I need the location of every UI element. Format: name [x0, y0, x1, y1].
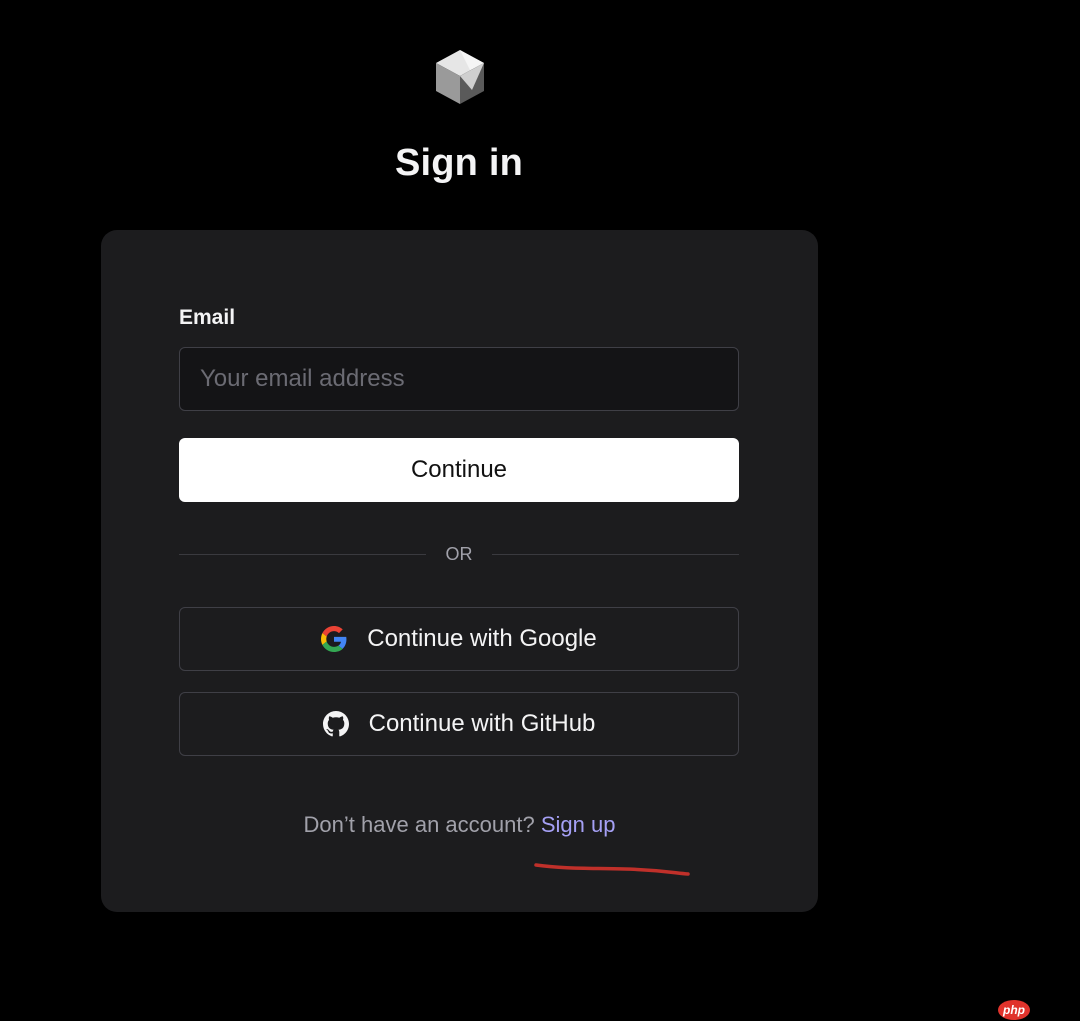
sign-in-card: Email Continue OR Continue with Google C…	[101, 230, 818, 912]
php-watermark-logo: php	[998, 1000, 1030, 1020]
sign-up-link[interactable]: Sign up	[541, 812, 616, 837]
signup-prompt: Don’t have an account? Sign up	[101, 812, 818, 838]
continue-with-google-button[interactable]: Continue with Google	[179, 607, 739, 671]
signup-prompt-text: Don’t have an account?	[303, 812, 541, 837]
google-icon	[321, 626, 347, 652]
continue-button[interactable]: Continue	[179, 438, 739, 502]
github-icon	[322, 711, 349, 737]
github-button-label: Continue with GitHub	[368, 710, 596, 737]
continue-with-github-button[interactable]: Continue with GitHub	[179, 692, 739, 756]
divider-text: OR	[445, 544, 473, 564]
or-divider: OR	[179, 542, 739, 566]
divider-line-right	[492, 554, 739, 555]
page-title: Sign in	[394, 142, 524, 184]
email-input[interactable]	[179, 347, 739, 411]
cube-logo-icon	[434, 48, 486, 106]
annotation-underline	[534, 863, 690, 876]
google-button-label: Continue with Google	[367, 625, 597, 652]
email-label: Email	[179, 306, 236, 329]
divider-line-left	[179, 554, 426, 555]
